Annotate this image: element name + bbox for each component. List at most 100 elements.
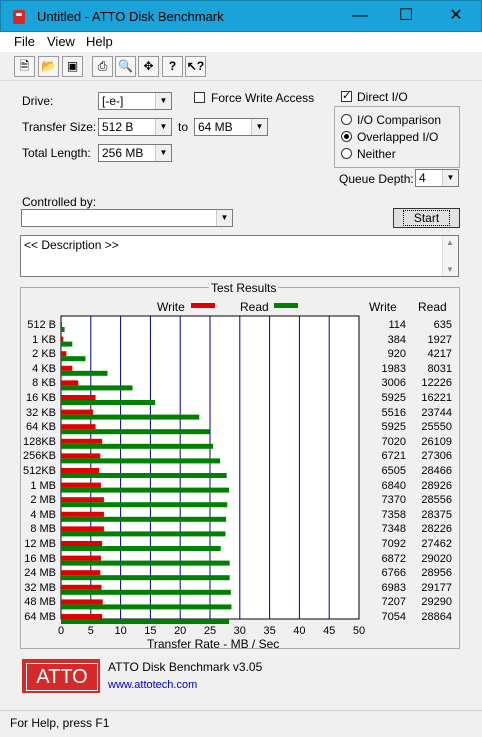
- write-bar: [61, 497, 104, 503]
- write-bar: [61, 395, 96, 400]
- write-bar: [61, 584, 102, 590]
- transfer-size-tick: 256KB: [22, 450, 56, 463]
- read-value: 29020: [421, 552, 452, 565]
- x-tick-label: 35: [263, 625, 275, 637]
- write-bar: [61, 453, 101, 459]
- write-value: 5516: [381, 406, 406, 419]
- write-value: 6505: [381, 465, 406, 477]
- transfer-size-tick: 512KB: [22, 465, 56, 477]
- write-value: 114: [388, 319, 406, 331]
- read-bar: [61, 356, 86, 362]
- transfer-size-tick: 512 B: [27, 319, 56, 331]
- write-bar: [61, 351, 67, 357]
- x-tick-label: 0: [58, 625, 64, 637]
- x-tick-label: 30: [234, 625, 246, 637]
- transfer-size-tick: 2 KB: [32, 348, 56, 361]
- write-bar: [61, 482, 101, 488]
- transfer-size-tick: 4 KB: [32, 362, 56, 375]
- write-bar: [61, 614, 103, 619]
- read-value: 29290: [421, 596, 452, 609]
- write-bar: [61, 409, 94, 415]
- read-bar: [61, 516, 227, 522]
- write-value: 5925: [381, 421, 406, 434]
- x-tick-label: 15: [144, 625, 156, 637]
- x-tick-label: 10: [114, 625, 126, 637]
- transfer-size-tick: 8 MB: [30, 523, 56, 536]
- read-bar: [61, 531, 226, 537]
- write-bar: [61, 336, 64, 342]
- transfer-size-tick: 64 MB: [24, 611, 56, 623]
- read-bar: [61, 414, 200, 420]
- read-bar: [61, 443, 213, 449]
- transfer-size-tick: 2 MB: [30, 494, 56, 507]
- read-value: 23744: [421, 406, 452, 419]
- read-bar: [61, 604, 232, 610]
- read-bar: [61, 589, 231, 595]
- read-value: 28556: [421, 494, 452, 507]
- read-bar: [61, 560, 230, 566]
- transfer-size-tick: 48 MB: [24, 596, 56, 609]
- read-value: 27306: [421, 450, 452, 463]
- transfer-size-tick: 32 KB: [26, 406, 56, 419]
- write-value: 6872: [381, 552, 406, 565]
- write-bar: [61, 541, 103, 546]
- read-bar: [61, 370, 108, 376]
- read-value: 28466: [421, 465, 452, 477]
- x-tick-label: 45: [323, 625, 335, 637]
- transfer-rate-chart: 0 5 10 15 20 25 30 35 40 45 50: [58, 315, 365, 637]
- write-value: 384: [387, 333, 406, 346]
- write-value: 5925: [381, 392, 406, 404]
- read-bar: [61, 575, 230, 581]
- write-bar: [61, 424, 96, 430]
- read-value: 28226: [421, 523, 452, 536]
- read-bar: [61, 473, 227, 478]
- read-bar: [61, 385, 133, 391]
- write-value: 3006: [381, 377, 406, 390]
- read-value: 635: [433, 319, 452, 331]
- read-bar: [61, 619, 230, 624]
- status-text: For Help, press F1: [10, 716, 110, 730]
- read-bar: [61, 327, 65, 332]
- read-bar: [61, 487, 230, 493]
- write-value: 1983: [381, 362, 406, 375]
- write-bar: [61, 365, 73, 371]
- read-value: 28926: [421, 479, 452, 492]
- write-bar: [61, 555, 101, 561]
- read-value: 16221: [421, 392, 452, 404]
- write-bar: [61, 511, 104, 517]
- read-bar: [61, 341, 73, 347]
- write-value: 6840: [381, 479, 406, 492]
- read-value: 1927: [427, 333, 452, 346]
- website-link[interactable]: www.attotech.com: [108, 679, 197, 691]
- write-value: 7348: [381, 523, 406, 536]
- write-value: 7207: [381, 596, 406, 609]
- transfer-size-tick: 16 MB: [24, 552, 56, 565]
- transfer-size-tick: 4 MB: [30, 508, 56, 521]
- transfer-size-tick: 24 MB: [24, 567, 56, 580]
- transfer-size-tick: 16 KB: [26, 392, 56, 404]
- read-value: 26109: [421, 435, 452, 448]
- x-tick-label: 20: [174, 625, 186, 637]
- write-bar: [61, 599, 103, 605]
- write-value: 6766: [381, 567, 406, 580]
- write-value: 7092: [381, 538, 406, 550]
- write-value: 6721: [381, 450, 406, 463]
- write-bar: [61, 438, 103, 444]
- x-tick-label: 50: [353, 625, 365, 637]
- read-value: 8031: [427, 362, 452, 375]
- write-value: 6983: [381, 581, 406, 594]
- transfer-size-tick: 8 KB: [32, 377, 56, 390]
- write-bar: [61, 380, 79, 386]
- read-bar: [61, 502, 228, 508]
- transfer-size-tick: 1 KB: [32, 333, 56, 346]
- read-value: 27462: [421, 538, 452, 550]
- read-bar: [61, 546, 221, 551]
- write-bar: [61, 322, 62, 327]
- atto-logo-text: ATTO: [26, 663, 98, 691]
- read-bar: [61, 429, 210, 435]
- write-bar: [61, 570, 101, 576]
- transfer-size-tick: 12 MB: [24, 538, 56, 550]
- write-bar: [61, 526, 104, 532]
- write-value: 7370: [381, 494, 406, 507]
- transfer-size-tick: 32 MB: [24, 581, 56, 594]
